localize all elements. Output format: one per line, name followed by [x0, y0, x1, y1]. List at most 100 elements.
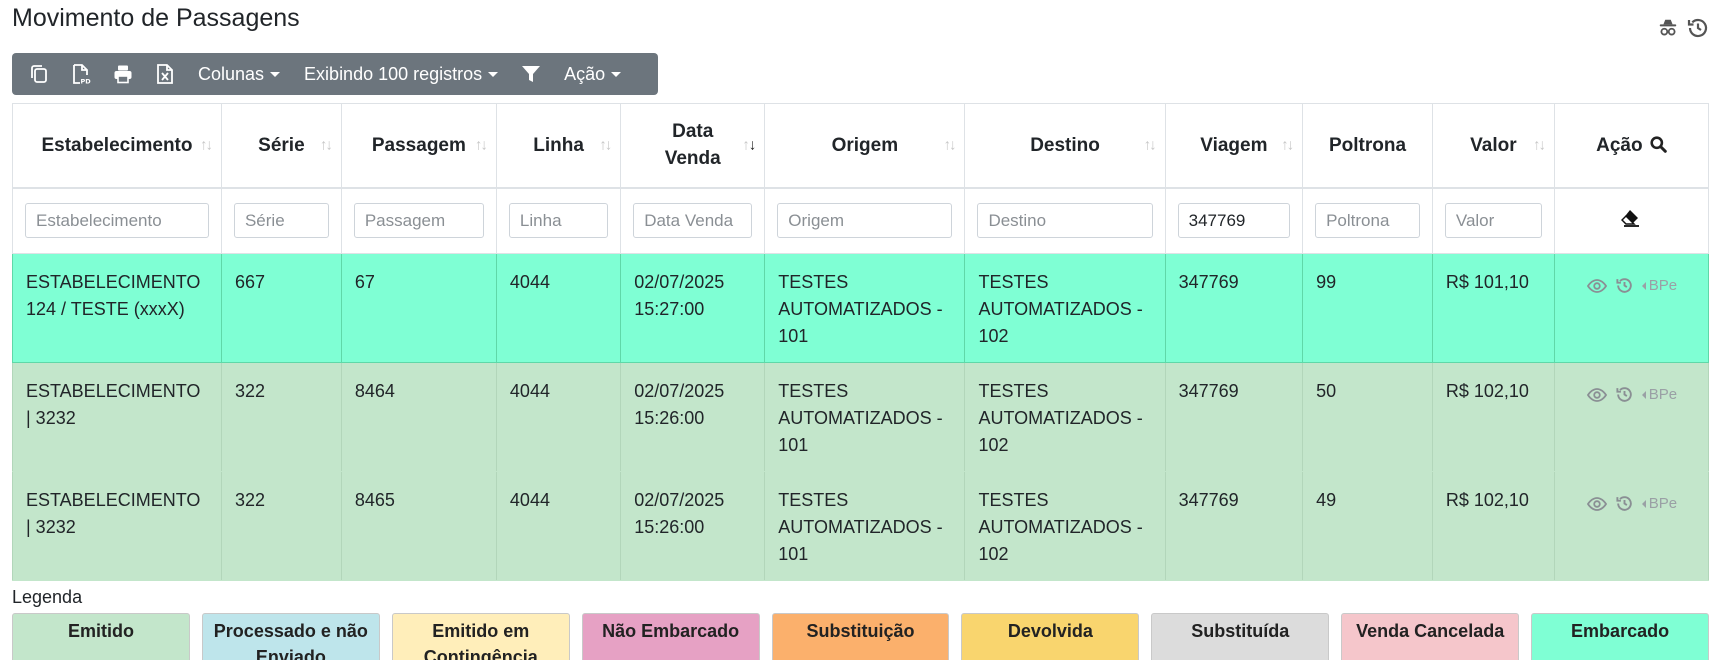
table-row[interactable]: ESTABELECIMENTO | 3232 322 8465 4044 02/…: [12, 471, 1710, 581]
sort-icon: ↑↓: [943, 136, 956, 154]
sort-icon: ↑↓: [1143, 136, 1157, 154]
filter-data-venda-input[interactable]: [633, 203, 753, 239]
cell-linha: 4044: [495, 362, 622, 472]
cell-destino: TESTES AUTOMATIZADOS - 102: [964, 362, 1166, 472]
chevron-down-icon: [488, 71, 499, 77]
eraser-icon[interactable]: [1621, 209, 1641, 232]
cell-destino: TESTES AUTOMATIZADOS - 102: [964, 471, 1166, 581]
legend-item-nao-embarcado: Não Embarcado: [581, 613, 760, 660]
acao-dropdown[interactable]: Ação: [552, 53, 633, 95]
bpe-link[interactable]: BPe: [1641, 272, 1677, 299]
col-header-estabelecimento[interactable]: Estabelecimento ↑↓: [12, 103, 222, 189]
sort-desc-icon: ↑ ↓: [742, 136, 756, 154]
cell-poltrona: 99: [1302, 253, 1433, 363]
cell-data-venda: 02/07/2025 15:27:00: [620, 253, 766, 363]
filter-origem-input[interactable]: [777, 203, 953, 239]
pdf-icon: PDF: [73, 64, 92, 86]
sort-icon: ↑↓: [319, 136, 333, 154]
cell-estabelecimento: ESTABELECIMENTO | 3232: [12, 362, 222, 472]
caret-left-icon: [1641, 499, 1646, 508]
legend: Emitido Processado e não Enviado Emitido…: [12, 613, 1710, 660]
search-icon[interactable]: [1650, 136, 1667, 153]
legend-item-processado: Processado e não Enviado: [201, 613, 380, 660]
caret-left-icon: [1641, 390, 1646, 399]
pdf-button[interactable]: PDF: [60, 53, 102, 95]
legend-item-emitido: Emitido: [12, 613, 190, 660]
filter-valor-input[interactable]: [1444, 203, 1542, 239]
legend-item-contingencia: Emitido em Contingência: [391, 613, 570, 660]
filter-row: [12, 187, 1710, 254]
colunas-dropdown[interactable]: Colunas: [186, 53, 292, 95]
history-icon[interactable]: [1614, 275, 1636, 297]
page-size-label: Exibindo 100 registros: [304, 63, 483, 84]
history-icon[interactable]: [1614, 384, 1636, 406]
cell-poltrona: 50: [1302, 362, 1433, 472]
table-row[interactable]: ESTABELECIMENTO | 3232 322 8464 4044 02/…: [12, 362, 1710, 472]
chevron-down-icon: [611, 71, 622, 77]
legend-item-devolvida: Devolvida: [961, 613, 1140, 660]
eye-icon[interactable]: [1586, 493, 1608, 515]
print-button[interactable]: [102, 53, 144, 95]
cell-data-venda: 02/07/2025 15:26:00: [620, 362, 766, 472]
col-header-acao: Ação: [1553, 103, 1710, 189]
incognito-icon[interactable]: [1655, 14, 1681, 42]
table-row[interactable]: ESTABELECIMENTO 124 / TESTE (xxxX) 667 6…: [12, 253, 1710, 363]
col-header-poltrona: Poltrona: [1302, 103, 1433, 189]
col-header-linha[interactable]: Linha ↑↓: [495, 103, 622, 189]
legend-item-substituicao: Substituição: [771, 613, 950, 660]
col-header-passagem[interactable]: Passagem ↑↓: [340, 103, 497, 189]
svg-text:PDF: PDF: [81, 78, 92, 86]
bpe-link[interactable]: BPe: [1641, 490, 1677, 517]
legend-title: Legenda: [12, 587, 83, 607]
col-header-origem[interactable]: Origem ↑↓: [764, 103, 966, 189]
excel-button[interactable]: [144, 53, 186, 95]
top-actions: [1655, 14, 1711, 42]
history-icon[interactable]: [1614, 493, 1636, 515]
eye-icon[interactable]: [1586, 275, 1608, 297]
col-header-destino[interactable]: Destino ↑↓: [964, 103, 1166, 189]
col-header-serie[interactable]: Série ↑↓: [220, 103, 342, 189]
cell-origem: TESTES AUTOMATIZADOS - 101: [764, 253, 966, 363]
cell-acao: BPe: [1553, 253, 1710, 363]
print-icon: [114, 65, 132, 84]
chevron-down-icon: [270, 71, 281, 77]
col-header-viagem[interactable]: Viagem ↑↓: [1164, 103, 1304, 189]
cell-estabelecimento: ESTABELECIMENTO 124 / TESTE (xxxX): [12, 253, 222, 363]
filter-passagem-input[interactable]: [353, 203, 484, 239]
cell-viagem: 347769: [1164, 471, 1304, 581]
cell-acao: BPe: [1553, 362, 1710, 472]
filter-linha-input[interactable]: [508, 203, 609, 239]
sort-icon: ↑↓: [1532, 136, 1546, 154]
cell-valor: R$ 101,10: [1431, 253, 1555, 363]
cell-destino: TESTES AUTOMATIZADOS - 102: [964, 253, 1166, 363]
filter-serie-input[interactable]: [233, 203, 329, 239]
bpe-link[interactable]: BPe: [1641, 381, 1677, 408]
cell-passagem: 8465: [340, 471, 497, 581]
copy-button[interactable]: [18, 53, 60, 95]
cell-passagem: 8464: [340, 362, 497, 472]
cell-linha: 4044: [495, 253, 622, 363]
col-header-valor[interactable]: Valor ↑↓: [1431, 103, 1555, 189]
filter-destino-input[interactable]: [977, 203, 1153, 239]
sort-icon: ↑↓: [599, 136, 612, 154]
copy-icon: [31, 65, 47, 83]
toolbar: PDF Colunas Exibindo 100 registros Ação: [12, 53, 658, 95]
passagens-table: Estabelecimento ↑↓ Série ↑↓ Passagem ↑↓ Lin…: [12, 103, 1710, 581]
colunas-label: Colunas: [198, 63, 265, 84]
legend-item-substituida: Substituída: [1151, 613, 1330, 660]
eye-icon[interactable]: [1586, 384, 1608, 406]
cell-valor: R$ 102,10: [1431, 362, 1555, 472]
cell-acao: BPe: [1553, 471, 1710, 581]
page-size-dropdown[interactable]: Exibindo 100 registros: [292, 53, 510, 95]
filter-estabelecimento-input[interactable]: [25, 203, 209, 239]
filter-poltrona-input[interactable]: [1315, 203, 1420, 239]
col-header-data-venda[interactable]: Data Venda ↑ ↓: [620, 103, 766, 189]
cell-serie: 667: [220, 253, 342, 363]
cell-passagem: 67: [340, 253, 497, 363]
header-row: Estabelecimento ↑↓ Série ↑↓ Passagem ↑↓ Lin…: [12, 103, 1710, 189]
filter-button[interactable]: [510, 53, 552, 95]
cell-viagem: 347769: [1164, 362, 1304, 472]
filter-viagem-input[interactable]: [1177, 203, 1291, 239]
history-icon[interactable]: [1685, 14, 1711, 42]
cell-origem: TESTES AUTOMATIZADOS - 101: [764, 471, 966, 581]
